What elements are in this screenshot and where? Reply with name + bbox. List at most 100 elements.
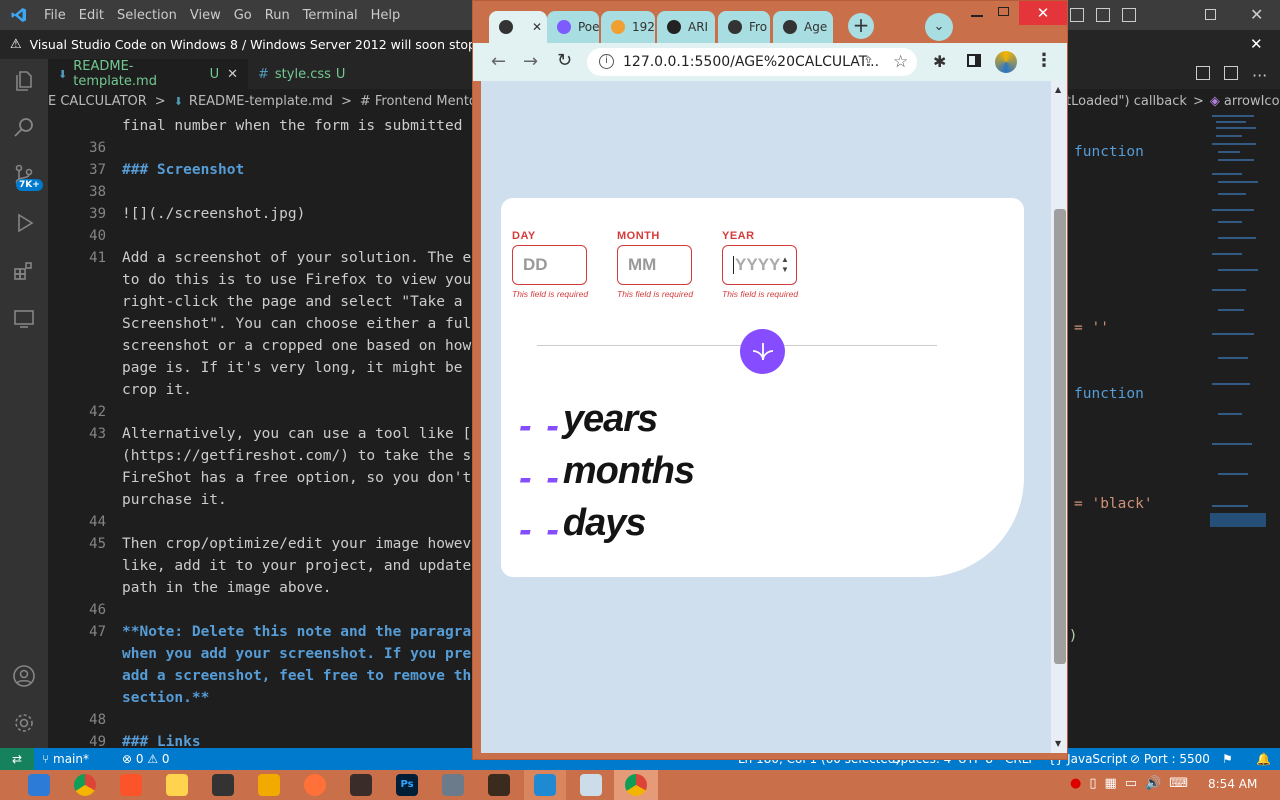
bug-app-icon[interactable] bbox=[350, 774, 372, 796]
minimize-icon[interactable] bbox=[971, 15, 983, 17]
menu-terminal[interactable]: Terminal bbox=[301, 8, 360, 23]
code-line[interactable]: when you add your screenshot. If you pre bbox=[122, 643, 471, 665]
code-editor[interactable]: final number when the form is submitted #… bbox=[122, 113, 482, 748]
forward-icon[interactable]: → bbox=[523, 51, 538, 72]
profile-avatar[interactable] bbox=[995, 51, 1017, 73]
reload-icon[interactable]: ↻ bbox=[557, 50, 572, 71]
code-line[interactable]: **Note: Delete this note and the paragra bbox=[122, 621, 471, 643]
code-line[interactable]: page is. If it's very long, it might be bbox=[122, 357, 462, 379]
language-icon[interactable]: ⌨ bbox=[1169, 776, 1188, 791]
menu-run[interactable]: Run bbox=[263, 8, 292, 23]
tab-close-icon[interactable]: ✕ bbox=[532, 20, 542, 34]
close-notification-icon[interactable]: ✕ bbox=[1250, 35, 1263, 53]
close-icon[interactable]: ✕ bbox=[1019, 1, 1067, 25]
problems-indicator[interactable]: ⊗ 0 ⚠ 0 bbox=[122, 748, 170, 770]
maximize-icon[interactable] bbox=[998, 7, 1009, 16]
back-icon[interactable]: ← bbox=[491, 51, 506, 72]
notifications-bell-icon[interactable]: 🔔 bbox=[1256, 748, 1271, 770]
code-line[interactable]: path in the image above. bbox=[122, 577, 332, 599]
remote-indicator-icon[interactable]: ⇄ bbox=[0, 748, 34, 770]
code-line[interactable]: (https://getfireshot.com/) to take the s bbox=[122, 445, 471, 467]
app2-icon[interactable] bbox=[488, 774, 510, 796]
tab-style-css[interactable]: # style.css U bbox=[248, 59, 388, 89]
explorer-icon[interactable] bbox=[12, 69, 36, 93]
remote-explorer-icon[interactable] bbox=[12, 307, 36, 331]
split-editor-icon[interactable] bbox=[1224, 66, 1238, 80]
code-line[interactable]: screenshot or a cropped one based on how bbox=[122, 335, 471, 357]
menu-help[interactable]: Help bbox=[369, 8, 403, 23]
menu-kebab-icon[interactable]: ⋮ bbox=[1035, 50, 1053, 71]
tab-search-button[interactable]: ⌄ bbox=[925, 13, 953, 41]
layout-icon[interactable] bbox=[1070, 8, 1084, 22]
browser-tab[interactable]: Fro bbox=[718, 11, 770, 43]
scrollbar-thumb[interactable] bbox=[1054, 209, 1066, 664]
code-line[interactable]: FireShot has a free option, so you don't bbox=[122, 467, 471, 489]
breadcrumb-folder[interactable]: E CALCULATOR bbox=[48, 94, 147, 109]
new-tab-button[interactable]: + bbox=[848, 13, 874, 39]
site-info-icon[interactable]: i bbox=[599, 54, 614, 69]
code-line[interactable]: Add a screenshot of your solution. The e bbox=[122, 247, 471, 269]
browser-tab[interactable]: ✕ bbox=[489, 11, 547, 43]
number-spinner-icon[interactable]: ▲ ▼ bbox=[781, 255, 789, 275]
month-input[interactable]: MM bbox=[617, 245, 692, 285]
tab-close-icon[interactable]: ✕ bbox=[227, 67, 238, 82]
code-line[interactable]: Screenshot". You can choose either a ful bbox=[122, 313, 471, 335]
settings-gear-icon[interactable] bbox=[12, 711, 36, 735]
year-input[interactable]: YYYY ▲ ▼ bbox=[722, 245, 797, 285]
chrome-taskbar-active[interactable] bbox=[614, 770, 658, 800]
restore-icon[interactable] bbox=[1205, 9, 1216, 20]
browser-tab[interactable]: 192 bbox=[601, 11, 655, 43]
code-line[interactable]: right-click the page and select "Take a bbox=[122, 291, 462, 313]
code-line[interactable]: ![](./screenshot.jpg) bbox=[122, 203, 305, 225]
browser-tab[interactable]: Age bbox=[773, 11, 833, 43]
side-panel-icon[interactable] bbox=[967, 54, 981, 67]
submit-arrow-button[interactable] bbox=[740, 329, 785, 374]
day-input[interactable]: DD bbox=[512, 245, 587, 285]
code-line[interactable]: add a screenshot, feel free to remove th bbox=[122, 665, 471, 687]
notepad-icon[interactable] bbox=[442, 774, 464, 796]
clock[interactable]: 8:54 AM bbox=[1208, 777, 1257, 791]
page-scrollbar[interactable]: ▲ ▼ bbox=[1051, 81, 1067, 753]
menu-view[interactable]: View bbox=[188, 8, 223, 23]
code-line[interactable]: ### Screenshot bbox=[122, 159, 244, 181]
code-line[interactable]: to do this is to use Firefox to view you bbox=[122, 269, 471, 291]
account-icon[interactable] bbox=[12, 664, 36, 688]
code-line[interactable]: Alternatively, you can use a tool like [ bbox=[122, 423, 471, 445]
code-line[interactable]: section.** bbox=[122, 687, 209, 709]
menu-file[interactable]: File bbox=[42, 8, 68, 23]
share-icon[interactable]: ⇪ bbox=[863, 55, 874, 70]
code-line[interactable]: purchase it. bbox=[122, 489, 227, 511]
extensions-puzzle-icon[interactable]: ✱ bbox=[933, 52, 946, 71]
volume-icon[interactable]: 🔊 bbox=[1145, 776, 1161, 791]
git-branch[interactable]: ⑂ main* bbox=[42, 748, 89, 770]
tray-icon[interactable]: ▯ bbox=[1089, 776, 1096, 791]
more-actions-icon[interactable]: ··· bbox=[1252, 66, 1267, 85]
photoshop-icon[interactable]: Ps bbox=[396, 774, 418, 796]
media-icon[interactable] bbox=[166, 774, 188, 796]
network-icon[interactable]: ▦ bbox=[1105, 776, 1117, 791]
extensions-icon[interactable] bbox=[12, 259, 36, 283]
search-icon[interactable] bbox=[12, 115, 36, 139]
menu-selection[interactable]: Selection bbox=[115, 8, 179, 23]
app-icon[interactable] bbox=[212, 774, 234, 796]
edge-icon[interactable] bbox=[28, 774, 50, 796]
menu-edit[interactable]: Edit bbox=[77, 8, 106, 23]
browser-tab[interactable]: ARI bbox=[657, 11, 715, 43]
close-window-icon[interactable]: ✕ bbox=[1250, 5, 1263, 24]
grid-icon[interactable] bbox=[1122, 8, 1136, 22]
breadcrumb-symbol[interactable]: arrowIcon.ad bbox=[1224, 94, 1280, 109]
chrome-icon[interactable] bbox=[74, 774, 96, 796]
code-line[interactable]: Then crop/optimize/edit your image howev bbox=[122, 533, 471, 555]
vscode-taskbar-button[interactable] bbox=[524, 770, 566, 800]
vlc-icon[interactable] bbox=[258, 774, 280, 796]
compare-icon[interactable] bbox=[1196, 66, 1210, 80]
scroll-down-icon[interactable]: ▼ bbox=[1055, 739, 1061, 748]
feedback-icon[interactable]: ⚑ bbox=[1222, 748, 1233, 770]
menu-go[interactable]: Go bbox=[232, 8, 254, 23]
scroll-up-icon[interactable]: ▲ bbox=[1055, 85, 1061, 94]
firefox-icon[interactable] bbox=[304, 774, 326, 796]
antivirus-icon[interactable]: ● bbox=[1070, 776, 1081, 791]
breadcrumb-file[interactable]: README-template.md bbox=[189, 94, 333, 109]
minimap[interactable] bbox=[1210, 113, 1266, 633]
bookmark-star-icon[interactable]: ☆ bbox=[893, 52, 908, 72]
